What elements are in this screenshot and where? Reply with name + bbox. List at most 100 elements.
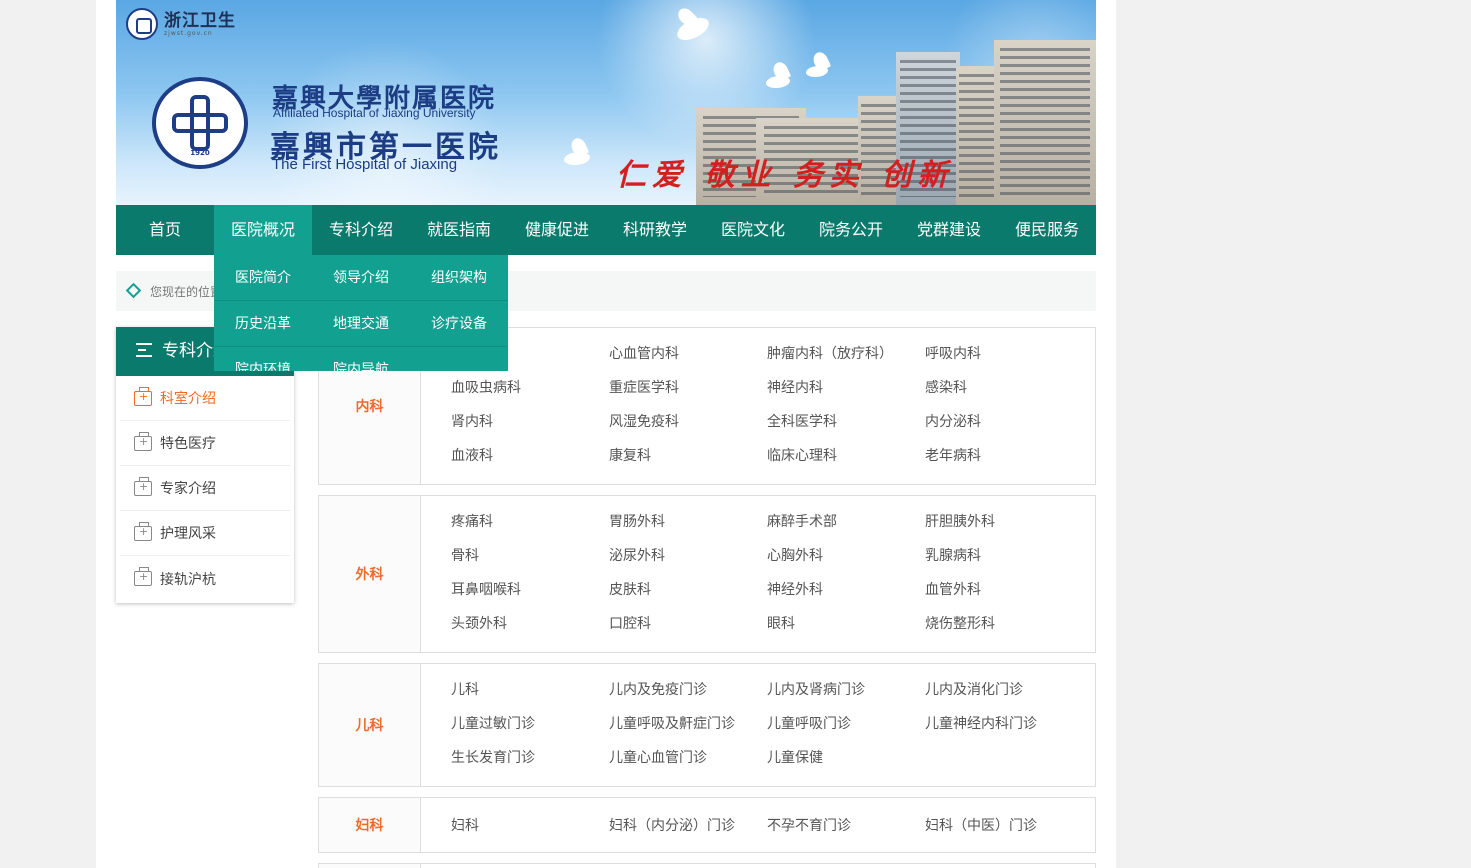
dept-block-pediatrics: 儿科 儿科 儿内及免疫门诊 儿内及肾病门诊 儿内及消化门诊 儿童过敏门诊 儿童呼… (318, 663, 1096, 787)
nav-item-home[interactable]: 首页 (116, 205, 214, 255)
nav-item-hospital-culture[interactable]: 医院文化 (704, 205, 802, 255)
dept-link[interactable]: 儿童保健 (767, 748, 925, 782)
dept-link[interactable]: 皮肤科 (609, 580, 767, 614)
dept-link[interactable]: 儿童神经内科门诊 (925, 714, 1083, 748)
dept-list: 妇科 妇科（内分泌）门诊 不孕不育门诊 妇科（中医）门诊 (421, 798, 1095, 852)
nav-item-health-promotion[interactable]: 健康促进 (508, 205, 606, 255)
zhejiang-emblem-icon (126, 8, 158, 40)
dropdown-item-leaders[interactable]: 领导介绍 (312, 255, 410, 300)
dropdown-item-intro[interactable]: 医院简介 (214, 255, 312, 300)
dept-link[interactable]: 不孕不育门诊 (767, 816, 925, 850)
search-list-icon (136, 343, 152, 357)
dept-link[interactable]: 临床心理科 (767, 446, 925, 480)
dept-list: 消化内科 心血管内科 肿瘤内科（放疗科） 呼吸内科 血吸虫病科 重症医学科 神经… (421, 328, 1095, 484)
dept-link[interactable]: 心胸外科 (767, 546, 925, 580)
dept-link[interactable]: 肿瘤内科（放疗科） (767, 344, 925, 378)
dept-link[interactable]: 疼痛科 (451, 512, 609, 546)
sidebar-item-label: 特色医疗 (160, 436, 216, 452)
dept-name: 妇科 (319, 798, 421, 852)
hospital-tower (994, 40, 1096, 205)
dept-link[interactable]: 全科医学科 (767, 412, 925, 446)
dept-link[interactable]: 呼吸内科 (925, 344, 1083, 378)
dept-link[interactable]: 儿童心血管门诊 (609, 748, 767, 782)
dept-name: 儿科 (319, 664, 421, 786)
main-nav: 首页 医院概况 专科介绍 就医指南 健康促进 科研教学 医院文化 院务公开 党群… (116, 205, 1096, 255)
dropdown-item-history[interactable]: 历史沿革 (214, 301, 312, 346)
dept-link[interactable]: 妇科（中医）门诊 (925, 816, 1083, 850)
sidebar-item-label: 科室介绍 (160, 391, 216, 407)
dept-link[interactable]: 内分泌科 (925, 412, 1083, 446)
medical-kit-icon (134, 476, 152, 496)
dept-link[interactable]: 儿科 (451, 680, 609, 714)
dept-link[interactable]: 肝胆胰外科 (925, 512, 1083, 546)
nav-item-hospital-overview[interactable]: 医院概况 (214, 205, 312, 255)
zhejiang-health-logo[interactable]: 浙江卫生 zjwst.gov.cn (126, 8, 236, 40)
dept-link[interactable]: 肾内科 (451, 412, 609, 446)
dept-link[interactable]: 头颈外科 (451, 614, 609, 648)
sidebar-item-label: 护理风采 (160, 526, 216, 542)
dept-link[interactable]: 眼科 (767, 614, 925, 648)
dropdown-row: 医院简介 领导介绍 组织架构 (214, 255, 508, 301)
dept-link[interactable]: 乳腺病科 (925, 546, 1083, 580)
dept-link[interactable]: 生长发育门诊 (451, 748, 609, 782)
dept-link[interactable]: 血管外科 (925, 580, 1083, 614)
sidebar-item-shanghai-hangzhou[interactable]: 接轨沪杭 (120, 556, 290, 601)
nav-item-convenience-service[interactable]: 便民服务 (998, 205, 1096, 255)
dove-icon (564, 152, 590, 165)
sidebar-item-nursing[interactable]: 护理风采 (120, 511, 290, 556)
nav-item-research-teaching[interactable]: 科研教学 (606, 205, 704, 255)
dept-link[interactable]: 感染科 (925, 378, 1083, 412)
dropdown-item-org-structure[interactable]: 组织架构 (410, 255, 508, 300)
nav-item-party-building[interactable]: 党群建设 (900, 205, 998, 255)
dept-link[interactable]: 耳鼻咽喉科 (451, 580, 609, 614)
dept-link[interactable]: 儿内及免疫门诊 (609, 680, 767, 714)
medical-kit-icon (134, 567, 152, 586)
dept-link[interactable]: 风湿免疫科 (609, 412, 767, 446)
dropdown-item-navigation[interactable]: 院内导航 (312, 347, 410, 371)
dept-link[interactable]: 心血管内科 (609, 344, 767, 378)
dropdown-item-traffic[interactable]: 地理交通 (312, 301, 410, 346)
dept-link[interactable]: 老年病科 (925, 446, 1083, 480)
dept-link[interactable]: 烧伤整形科 (925, 614, 1083, 648)
dropdown-item-environment[interactable]: 院内环境 (214, 347, 312, 371)
sidebar-item-departments[interactable]: 科室介绍 (120, 376, 290, 421)
dept-link[interactable]: 康复科 (609, 446, 767, 480)
hospital-emblem-icon: 1920 (152, 77, 248, 169)
hospital-name-en-2: The First Hospital of Jiaxing (272, 156, 458, 173)
hospital-slogan: 仁爱 敬业 务实 创新 (616, 158, 954, 193)
nav-item-specialties[interactable]: 专科介绍 (312, 205, 410, 255)
dept-block-next (318, 863, 1096, 868)
dept-link[interactable]: 儿童呼吸门诊 (767, 714, 925, 748)
dept-link[interactable]: 儿童呼吸及鼾症门诊 (609, 714, 767, 748)
dept-link[interactable]: 妇科 (451, 816, 609, 850)
sidebar-item-experts[interactable]: 专家介绍 (120, 466, 290, 511)
page: 浙江卫生 zjwst.gov.cn 1920 嘉興大學附属医院 Affiliat… (96, 0, 1116, 868)
dropdown-row: 院内环境 院内导航 (214, 347, 508, 371)
dept-link[interactable]: 泌尿外科 (609, 546, 767, 580)
dept-link[interactable]: 胃肠外科 (609, 512, 767, 546)
dept-link[interactable]: 神经外科 (767, 580, 925, 614)
dept-link[interactable]: 口腔科 (609, 614, 767, 648)
dept-link[interactable]: 神经内科 (767, 378, 925, 412)
dept-link[interactable]: 骨科 (451, 546, 609, 580)
dept-block-gynecology: 妇科 妇科 妇科（内分泌）门诊 不孕不育门诊 妇科（中医）门诊 (318, 797, 1096, 853)
dept-link[interactable]: 儿童过敏门诊 (451, 714, 609, 748)
nav-item-affairs-public[interactable]: 院务公开 (802, 205, 900, 255)
hospital-emblem-year: 1920 (190, 149, 210, 157)
dept-link[interactable]: 麻醉手术部 (767, 512, 925, 546)
dept-link[interactable]: 儿内及肾病门诊 (767, 680, 925, 714)
sidebar-item-label: 专家介绍 (160, 481, 216, 497)
nav-item-medical-guide[interactable]: 就医指南 (410, 205, 508, 255)
dropdown-item-equipment[interactable]: 诊疗设备 (410, 301, 508, 346)
dept-link[interactable]: 妇科（内分泌）门诊 (609, 816, 767, 850)
dept-link[interactable]: 重症医学科 (609, 378, 767, 412)
hospital-name-en-1: Affiliated Hospital of Jiaxing Universit… (273, 106, 476, 120)
header-banner: 浙江卫生 zjwst.gov.cn 1920 嘉興大學附属医院 Affiliat… (116, 0, 1096, 205)
dept-link[interactable]: 血吸虫病科 (451, 378, 609, 412)
dept-link[interactable]: 血液科 (451, 446, 609, 480)
nav-dropdown-hospital-overview: 医院简介 领导介绍 组织架构 历史沿革 地理交通 诊疗设备 院内环境 院内导航 (214, 255, 508, 371)
sidebar-item-label: 接轨沪杭 (160, 571, 216, 588)
sidebar-item-featured-medical[interactable]: 特色医疗 (120, 421, 290, 466)
dept-name: 外科 (319, 496, 421, 652)
dept-link[interactable]: 儿内及消化门诊 (925, 680, 1083, 714)
